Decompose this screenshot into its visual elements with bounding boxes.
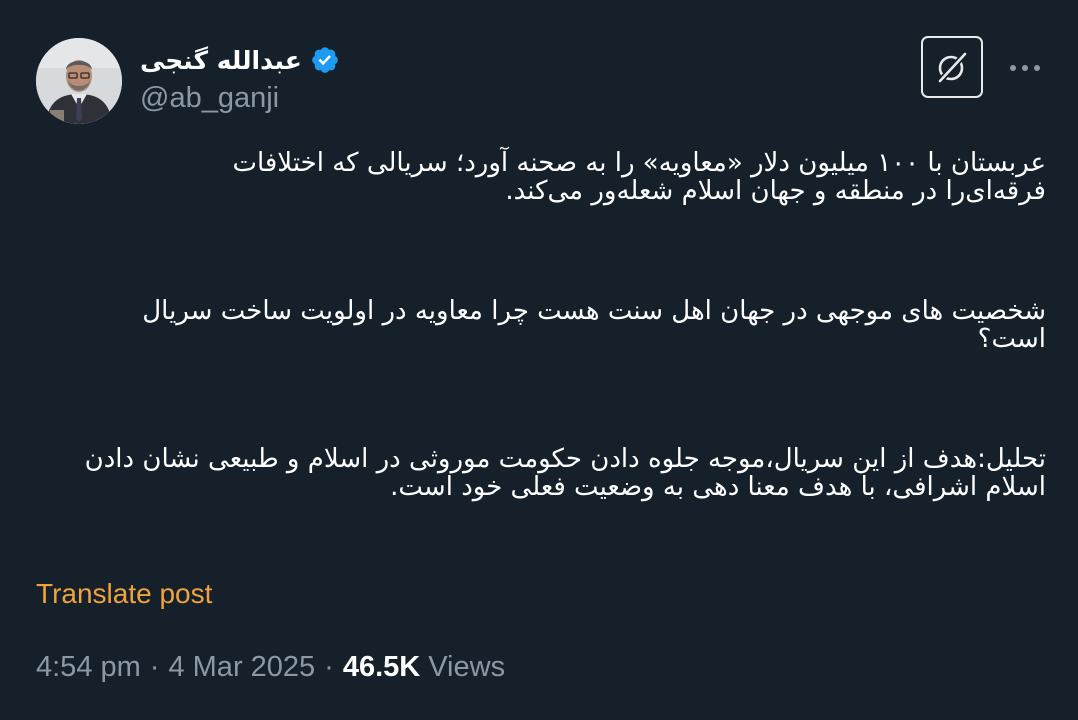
views-count[interactable]: 46.5K bbox=[343, 651, 420, 684]
profile-photo-icon bbox=[36, 38, 122, 124]
tweet-time[interactable]: 4:54 pm bbox=[36, 651, 141, 684]
tweet-metadata: 4:54 pm · 4 Mar 2025 · 46.5K Views bbox=[36, 651, 505, 684]
avatar[interactable] bbox=[36, 38, 122, 124]
separator-dot: · bbox=[149, 651, 160, 683]
grok-icon bbox=[938, 51, 968, 83]
tweet-card: عبدالله گنجی @ab_ganji عربستان با ۱۰۰ می… bbox=[0, 0, 1078, 720]
more-horizontal-icon bbox=[1010, 65, 1040, 71]
separator-dot: · bbox=[324, 651, 334, 683]
verified-badge-icon bbox=[312, 47, 338, 73]
tweet-paragraph: شخصیت های موجهی در جهان اهل سنت هست چرا … bbox=[142, 296, 1046, 354]
author-display-name[interactable]: عبدالله گنجی bbox=[140, 46, 302, 75]
views-label[interactable]: Views bbox=[428, 651, 505, 684]
tweet-date[interactable]: 4 Mar 2025 bbox=[168, 651, 315, 684]
translate-post-link[interactable]: Translate post bbox=[36, 578, 212, 610]
author-handle[interactable]: @ab_ganji bbox=[140, 82, 279, 115]
tweet-text: عربستان با ۱۰۰ میلیون دلار «معاویه» را ب… bbox=[36, 148, 1046, 520]
tweet-paragraph: عربستان با ۱۰۰ میلیون دلار «معاویه» را ب… bbox=[232, 148, 1046, 206]
grok-button[interactable] bbox=[921, 36, 983, 98]
author-name-row[interactable]: عبدالله گنجی bbox=[140, 40, 340, 80]
more-options-button[interactable] bbox=[1002, 52, 1048, 84]
tweet-paragraph: تحلیل:هدف از این سریال،موجه جلوه دادن حک… bbox=[84, 444, 1046, 502]
